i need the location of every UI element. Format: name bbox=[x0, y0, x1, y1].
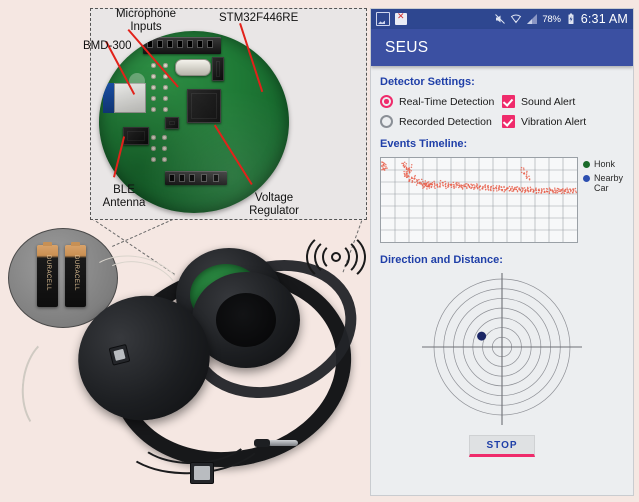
label-ble-antenna: BLE Antenna bbox=[95, 184, 153, 209]
events-timeline-legend: Honk Nearby Car bbox=[583, 157, 624, 243]
timeline-plot-svg bbox=[381, 158, 577, 242]
pcb-bottom-header bbox=[165, 171, 227, 185]
status-system-icons: 78% 6:31 AM bbox=[494, 12, 628, 26]
pcb-pad-array bbox=[151, 135, 171, 175]
app-title: SEUS bbox=[385, 38, 429, 56]
image-icon bbox=[376, 12, 390, 26]
label-vreg-line1: Voltage bbox=[254, 192, 294, 204]
label-vreg-line2: Regulator bbox=[249, 204, 299, 217]
pcb-left-ic bbox=[123, 127, 149, 145]
checkbox-vibration-alert[interactable] bbox=[502, 115, 515, 128]
label-ble-line2: Antenna bbox=[102, 196, 146, 209]
inline-microphone bbox=[190, 462, 214, 484]
option-sound-alert[interactable]: Sound Alert bbox=[502, 95, 624, 108]
legend-item-honk: Honk bbox=[583, 159, 624, 169]
direction-distance-title: Direction and Distance: bbox=[380, 254, 503, 266]
option-label: Vibration Alert bbox=[521, 115, 587, 128]
hardware-photo-pane: Microphone Inputs BMD-300 STM32F446RE BL… bbox=[0, 0, 375, 502]
label-ble-line1: BLE bbox=[113, 184, 135, 196]
option-label: Recorded Detection bbox=[399, 115, 492, 128]
detector-settings-options: Real-Time Detection Sound Alert Recorded… bbox=[380, 95, 624, 128]
wireless-signal-icon bbox=[300, 231, 366, 283]
events-timeline-section: Honk Nearby Car bbox=[380, 157, 624, 243]
pcb-small-ic bbox=[212, 57, 224, 81]
external-microphone bbox=[108, 343, 131, 366]
battery-brand-label: DURACELL bbox=[72, 254, 79, 291]
status-notification-icons bbox=[376, 11, 407, 26]
battery-percent-label: 78% bbox=[542, 13, 561, 25]
label-stm32f446re: STM32F446RE bbox=[219, 12, 299, 24]
pcb-voltage-regulator bbox=[165, 117, 179, 129]
radio-recorded-detection[interactable] bbox=[380, 115, 393, 128]
stop-button[interactable]: STOP bbox=[469, 435, 535, 457]
phone-screenshot: 78% 6:31 AM SEUS Detector Settings: Real… bbox=[370, 8, 634, 496]
stop-button-container: STOP bbox=[380, 435, 624, 457]
cell-signal-icon bbox=[526, 13, 538, 25]
app-bar: SEUS bbox=[371, 29, 633, 66]
battery-aaa: DURACELL bbox=[65, 242, 86, 307]
option-label: Sound Alert bbox=[521, 95, 576, 108]
wifi-icon bbox=[510, 13, 522, 25]
pcb-ble-antenna bbox=[103, 83, 114, 113]
figure-root: Microphone Inputs BMD-300 STM32F446RE BL… bbox=[0, 0, 639, 502]
label-microphone-line2: Inputs bbox=[130, 20, 162, 33]
audio-jack bbox=[254, 439, 298, 447]
pcb-header-connector bbox=[143, 37, 221, 54]
events-timeline-chart[interactable] bbox=[380, 157, 578, 243]
pcb-stm32-chip bbox=[187, 89, 221, 123]
mute-icon bbox=[494, 13, 506, 25]
battery-brand-label: DURACELL bbox=[44, 254, 51, 291]
status-clock: 6:31 AM bbox=[580, 12, 628, 26]
checkbox-sound-alert[interactable] bbox=[502, 95, 515, 108]
events-timeline-title: Events Timeline: bbox=[380, 138, 468, 150]
label-bmd-300: BMD-300 bbox=[83, 40, 132, 52]
option-real-time-detection[interactable]: Real-Time Detection bbox=[380, 95, 502, 108]
legend-item-nearby-car: Nearby Car bbox=[583, 173, 624, 193]
app-content: Detector Settings: Real-Time Detection S… bbox=[371, 66, 633, 457]
label-microphone-line1: Microphone bbox=[115, 8, 177, 20]
option-vibration-alert[interactable]: Vibration Alert bbox=[502, 115, 624, 128]
option-recorded-detection[interactable]: Recorded Detection bbox=[380, 115, 502, 128]
label-voltage-regulator: Voltage Regulator bbox=[240, 192, 308, 217]
android-status-bar: 78% 6:31 AM bbox=[371, 9, 633, 29]
pcb-crystal bbox=[175, 59, 211, 76]
detector-settings-title: Detector Settings: bbox=[380, 76, 475, 88]
radio-real-time-detection[interactable] bbox=[380, 95, 393, 108]
battery-charging-icon bbox=[565, 13, 577, 25]
label-microphone-inputs: Microphone Inputs bbox=[100, 8, 192, 33]
legend-label: Honk bbox=[594, 159, 616, 169]
legend-label: Nearby Car bbox=[594, 173, 624, 193]
document-error-icon bbox=[395, 11, 407, 25]
direction-distance-chart[interactable] bbox=[380, 267, 624, 427]
polar-plot-svg bbox=[422, 267, 582, 427]
option-label: Real-Time Detection bbox=[399, 95, 495, 108]
battery-aaa: DURACELL bbox=[37, 242, 58, 307]
